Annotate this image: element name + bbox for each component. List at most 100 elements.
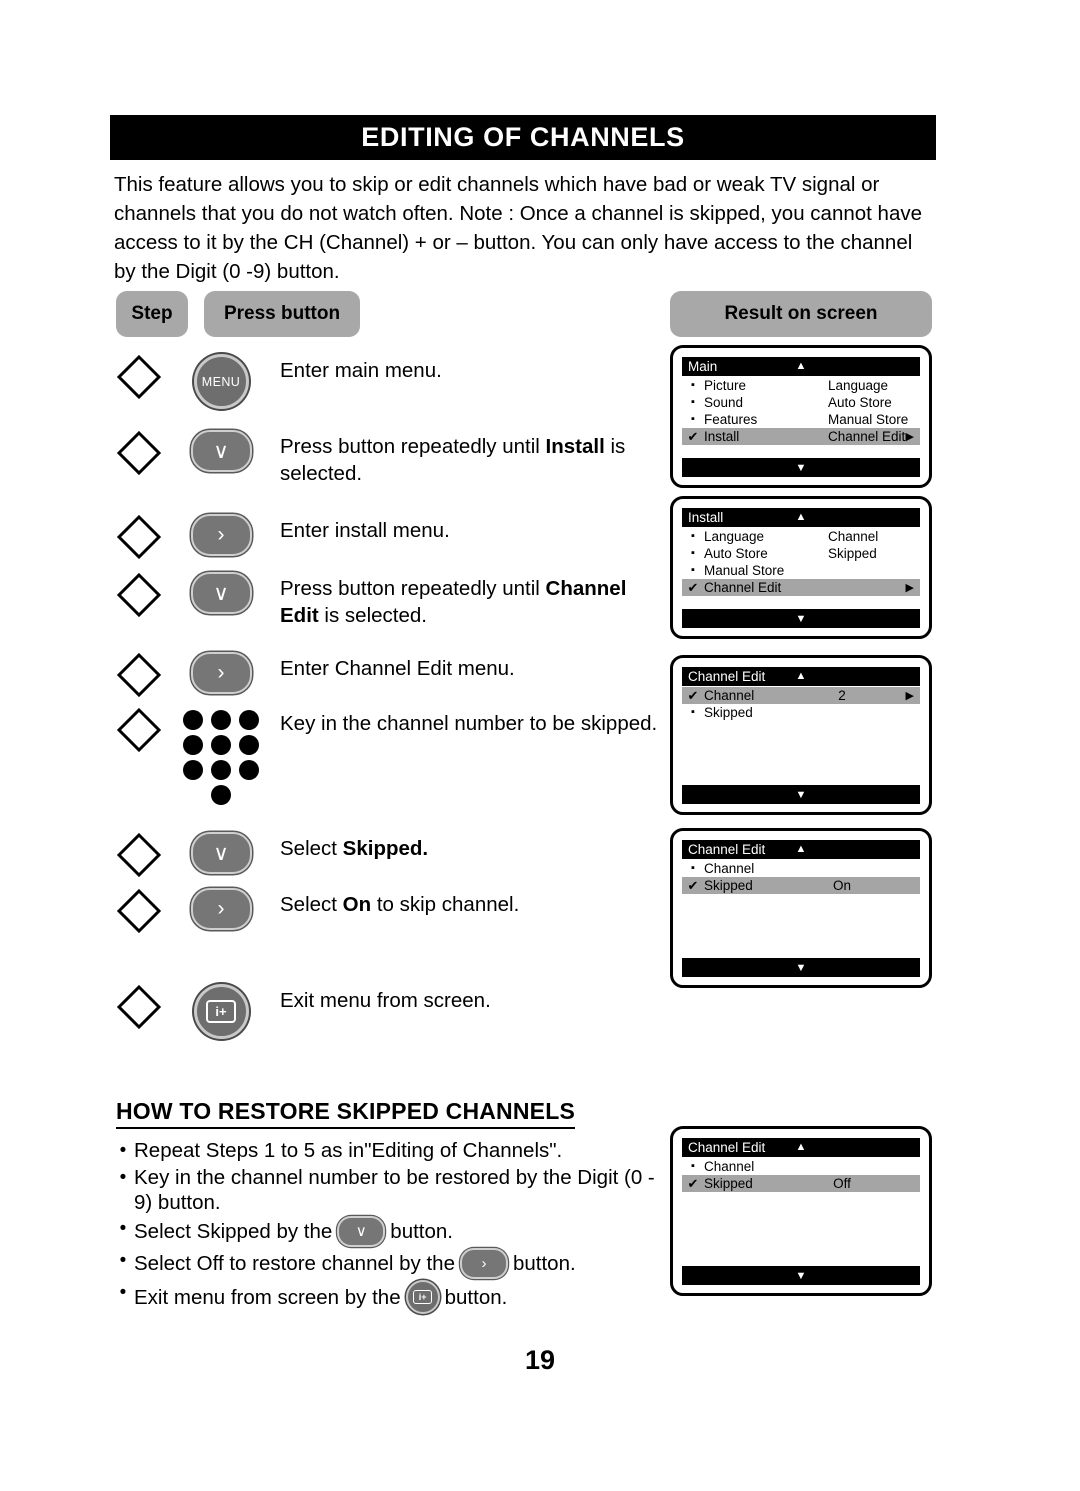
osd-menu-list: ▪ Picture Language ▪ Sound Auto Store ▪ Feature… — [682, 376, 920, 458]
bullet-square-icon: ▪ — [691, 564, 695, 576]
list-item-text-run: button. — [390, 1220, 453, 1243]
osd-footer-bar: ▼ — [682, 609, 920, 628]
step-description: Enter install menu. — [280, 512, 661, 544]
list-item-text-run: Select Skipped by the — [134, 1220, 333, 1243]
list-item-text-run: Select Off to restore channel by the — [134, 1252, 455, 1275]
remote-cursor-right-button[interactable]: › — [190, 652, 252, 694]
remote-cursor-down-button[interactable]: ∨ — [190, 430, 252, 472]
remote-cursor-right-button[interactable]: › — [459, 1248, 508, 1279]
remote-cursor-right-button[interactable]: › — [190, 888, 252, 930]
step-marker-diamond-icon — [116, 652, 162, 698]
remote-cursor-down-button[interactable]: ∨ — [190, 572, 252, 614]
osd-menu-item[interactable]: ▪ Features Manual Store — [682, 411, 920, 428]
osd-menu-item[interactable]: ▪ Auto Store Skipped — [682, 545, 920, 562]
press-button-cell — [162, 705, 280, 807]
restore-bullet-list: • Repeat Steps 1 to 5 as in"Editing of Ch… — [112, 1138, 672, 1315]
osd-menu-item-selected[interactable]: ✔ Channel 2 ▶ — [682, 687, 920, 704]
step-description-emphasis: On — [342, 893, 372, 916]
osd-menu-item-selected[interactable]: ✔ Skipped On — [682, 877, 920, 894]
chevron-right-icon: › — [481, 1255, 487, 1272]
keypad-digit-dot[interactable] — [183, 734, 203, 755]
remote-cursor-right-button[interactable]: › — [190, 514, 252, 556]
osd-menu-item-value: Off — [833, 1176, 851, 1191]
osd-screen: Main ▲ ▪ Picture Language ▪ Sound Auto Store ▪ Fe… — [670, 345, 932, 488]
step-description-text: Enter Channel Edit menu. — [280, 657, 515, 680]
keypad-digit-dot[interactable] — [239, 709, 259, 730]
keypad-digit-dot[interactable] — [239, 734, 259, 755]
bullet-square-icon: ▪ — [691, 547, 695, 559]
osd-menu-item-label: Channel — [704, 688, 755, 703]
remote-info-button[interactable]: i+ — [193, 984, 249, 1039]
step-row: i+ Exit menu from screen. — [116, 982, 661, 1039]
step-description: Enter main menu. — [280, 352, 661, 384]
keypad-digit-dot[interactable] — [211, 784, 231, 805]
step-description: Key in the channel number to be skipped. — [280, 705, 661, 737]
osd-menu-item-selected[interactable]: ✔ Install ▶ Channel Edit — [682, 428, 920, 445]
osd-menu-item-label: Skipped — [704, 1176, 753, 1191]
osd-menu-item[interactable]: ▪ Channel — [682, 1158, 920, 1175]
step-description: Press button repeatedly until Install is… — [280, 428, 661, 487]
step-description-text: Select — [280, 893, 343, 916]
osd-menu-item[interactable]: ▪ Language Channel — [682, 528, 920, 545]
bullet-icon: • — [119, 1140, 127, 1161]
keypad-digit-dot[interactable] — [183, 709, 203, 730]
scroll-down-arrow-icon[interactable]: ▼ — [796, 462, 807, 474]
press-button-cell: ∨ — [162, 570, 280, 614]
list-item: • Select Off to restore channel by the › bu… — [112, 1248, 672, 1279]
column-header-step: Step — [116, 291, 188, 337]
remote-menu-button[interactable]: MENU — [193, 354, 249, 409]
list-item-text: Key in the channel number to be restored… — [134, 1165, 672, 1215]
osd-menu-item[interactable]: ▪ Manual Store — [682, 562, 920, 579]
step-row: ∨ Select Skipped. — [116, 830, 661, 878]
osd-menu-list: ▪ Channel ✔ Skipped On — [682, 859, 920, 958]
list-item: • Key in the channel number to be restore… — [112, 1165, 672, 1215]
osd-menu-item-selected[interactable]: ✔ Skipped Off — [682, 1175, 920, 1192]
osd-submenu-preview-label: Auto Store — [828, 395, 892, 410]
keypad-digit-dot[interactable] — [211, 734, 231, 755]
step-description-text: is selected. — [318, 604, 427, 627]
osd-footer-bar: ▼ — [682, 958, 920, 977]
step-description: Press button repeatedly until Channel Ed… — [280, 570, 661, 629]
list-item-text-run: Repeat Steps 1 to 5 as in"Editing of Cha… — [134, 1139, 563, 1162]
osd-footer-bar: ▼ — [682, 458, 920, 477]
osd-menu-item[interactable]: ▪ Sound Auto Store — [682, 394, 920, 411]
scroll-up-arrow-icon[interactable]: ▲ — [796, 512, 807, 523]
remote-cursor-down-button[interactable]: ∨ — [190, 832, 252, 874]
scroll-up-arrow-icon[interactable]: ▲ — [796, 671, 807, 682]
step-description: Exit menu from screen. — [280, 982, 661, 1014]
scroll-up-arrow-icon[interactable]: ▲ — [796, 361, 807, 372]
osd-menu-list: ✔ Channel 2 ▶ ▪ Skipped — [682, 686, 920, 785]
scroll-up-arrow-icon[interactable]: ▲ — [796, 844, 807, 855]
page-title-bar: EDITING OF CHANNELS — [110, 115, 936, 160]
bullet-icon: • — [119, 1218, 127, 1239]
remote-info-button[interactable]: i+ — [405, 1280, 440, 1314]
step-marker-diamond-icon — [116, 707, 162, 753]
step-marker-diamond-icon — [116, 984, 162, 1030]
press-button-cell: ∨ — [162, 830, 280, 874]
osd-menu-item-value: 2 — [838, 688, 846, 703]
scroll-up-arrow-icon[interactable]: ▲ — [796, 1142, 807, 1153]
keypad-digit-dot[interactable] — [211, 759, 231, 780]
step-row: MENU Enter main menu. — [116, 352, 661, 409]
scroll-down-arrow-icon[interactable]: ▼ — [796, 789, 807, 801]
osd-screen: Channel Edit ▲ ▪ Channel ✔ Skipped On ▼ — [670, 828, 932, 988]
keypad-digit-dot[interactable] — [183, 759, 203, 780]
osd-menu-item-label: Channel — [704, 1159, 755, 1174]
chevron-down-icon: ∨ — [213, 841, 229, 865]
scroll-down-arrow-icon[interactable]: ▼ — [796, 962, 807, 974]
osd-menu-item[interactable]: ▪ Picture Language — [682, 377, 920, 394]
osd-menu-item-selected[interactable]: ✔ Channel Edit ▶ — [682, 579, 920, 596]
scroll-down-arrow-icon[interactable]: ▼ — [796, 613, 807, 625]
osd-menu-list: ▪ Channel ✔ Skipped Off — [682, 1157, 920, 1266]
step-marker-diamond-icon — [116, 572, 162, 618]
osd-menu-item[interactable]: ▪ Channel — [682, 860, 920, 877]
chevron-right-icon: › — [217, 523, 225, 546]
osd-title-bar: Channel Edit ▲ — [682, 1138, 920, 1157]
remote-numeric-keypad[interactable] — [179, 707, 263, 807]
osd-menu-item[interactable]: ▪ Skipped — [682, 704, 920, 721]
keypad-digit-dot[interactable] — [211, 709, 231, 730]
keypad-digit-dot[interactable] — [239, 759, 259, 780]
remote-cursor-down-button[interactable]: ∨ — [337, 1216, 386, 1247]
scroll-down-arrow-icon[interactable]: ▼ — [796, 1270, 807, 1282]
chevron-down-icon: ∨ — [355, 1223, 367, 1240]
